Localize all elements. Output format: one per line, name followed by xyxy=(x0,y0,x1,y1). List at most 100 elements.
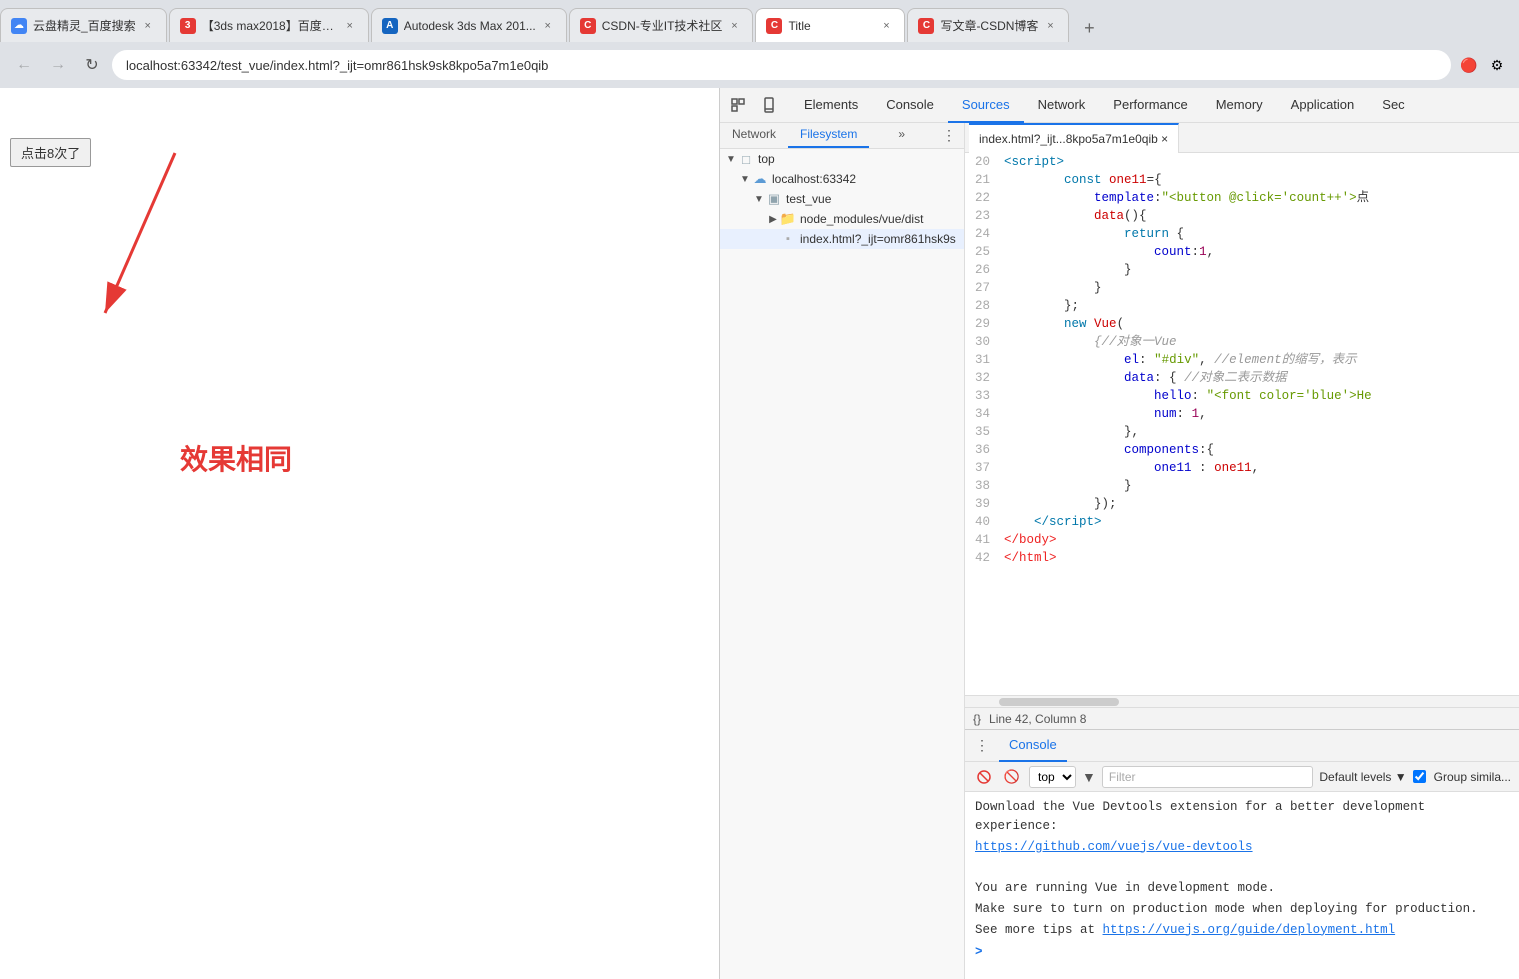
webpage-area: 点击8次了 效果相同 xyxy=(0,88,719,979)
devtools-tab-console[interactable]: Console xyxy=(872,88,948,123)
address-input[interactable] xyxy=(112,50,1451,80)
code-format-icon[interactable]: {} xyxy=(973,712,981,726)
console-context-select[interactable]: top xyxy=(1029,766,1076,788)
tree-item-index-html[interactable]: ▶ ▪ index.html?_ijt=omr861hsk9s xyxy=(720,229,964,249)
console-link-1[interactable]: https://github.com/vuejs/vue-devtools xyxy=(975,838,1509,857)
code-panel: index.html?_ijt...8kpo5a7m1e0qib × 20 <s… xyxy=(965,123,1519,979)
code-line-40: 40 </script> xyxy=(965,513,1519,531)
console-blank-1 xyxy=(975,858,1509,877)
console-group-similar-checkbox[interactable] xyxy=(1413,770,1426,783)
tab-2-favicon: 3 xyxy=(180,18,196,34)
tab-3-title: Autodesk 3ds Max 201... xyxy=(404,19,536,33)
tree-item-node-modules[interactable]: ▶ 📁 node_modules/vue/dist xyxy=(720,209,964,229)
click-counter-button[interactable]: 点击8次了 xyxy=(10,138,91,167)
code-tab-title: index.html?_ijt...8kpo5a7m1e0qib × xyxy=(979,132,1168,146)
tab-3[interactable]: A Autodesk 3ds Max 201... × xyxy=(371,8,567,42)
tab-3-close[interactable]: × xyxy=(540,18,556,34)
tab-5[interactable]: C Title × xyxy=(755,8,905,42)
devtools-inspect-icon[interactable] xyxy=(726,93,750,117)
tree-folder-top-icon: □ xyxy=(738,151,754,167)
tree-label-top: top xyxy=(758,152,775,166)
console-message-2: You are running Vue in development mode. xyxy=(975,879,1509,898)
code-line-32: 32 data: { //对象二表示数据 xyxy=(965,369,1519,387)
code-area[interactable]: 20 <script> 21 const one11={ 22 template… xyxy=(965,153,1519,695)
back-button[interactable]: ← xyxy=(10,51,38,79)
tab-4-close[interactable]: × xyxy=(726,18,742,34)
tree-item-top[interactable]: ▼ □ top xyxy=(720,149,964,169)
tab-5-favicon: C xyxy=(766,18,782,34)
new-tab-button[interactable]: + xyxy=(1075,14,1103,42)
effect-text: 效果相同 xyxy=(180,438,292,478)
devtools-tab-application[interactable]: Application xyxy=(1277,88,1369,123)
devtools-tab-sources[interactable]: Sources xyxy=(948,88,1024,123)
console-tab[interactable]: Console xyxy=(999,730,1067,762)
code-line-39: 39 }); xyxy=(965,495,1519,513)
devtools-tab-performance[interactable]: Performance xyxy=(1099,88,1201,123)
tree-label-node-modules: node_modules/vue/dist xyxy=(800,212,923,226)
tab-6[interactable]: C 写文章-CSDN博客 × xyxy=(907,8,1069,42)
extension-icon-2[interactable]: ⚙ xyxy=(1485,53,1509,77)
tab-5-title: Title xyxy=(788,19,874,33)
code-line-26: 26 } xyxy=(965,261,1519,279)
tab-2-close[interactable]: × xyxy=(342,18,358,34)
code-scrollbar-area[interactable] xyxy=(965,695,1519,707)
tree-label-localhost: localhost:63342 xyxy=(772,172,856,186)
code-line-31: 31 el: "#div", //element的缩写，表示 xyxy=(965,351,1519,369)
code-line-22: 22 template:"<button @click='count++'>点 xyxy=(965,189,1519,207)
forward-button[interactable]: → xyxy=(44,51,72,79)
console-options-icon[interactable]: ⋮ xyxy=(971,735,993,757)
console-link-vuejs-guide[interactable]: https://vuejs.org/guide/deployment.html xyxy=(1103,923,1396,937)
code-line-33: 33 hello: "<font color='blue'>He xyxy=(965,387,1519,405)
file-tree-more-icon[interactable]: » xyxy=(890,123,913,148)
code-line-20: 20 <script> xyxy=(965,153,1519,171)
code-tab-index-html[interactable]: index.html?_ijt...8kpo5a7m1e0qib × xyxy=(969,123,1179,153)
tab-1-favicon: ☁ xyxy=(11,18,27,34)
devtools-tab-network[interactable]: Network xyxy=(1024,88,1100,123)
tab-5-close[interactable]: × xyxy=(878,18,894,34)
tree-cloud-icon: ☁ xyxy=(752,171,768,187)
tab-6-close[interactable]: × xyxy=(1042,18,1058,34)
code-scrollbar-thumb[interactable] xyxy=(999,698,1119,706)
file-tree-options-icon[interactable]: ⋮ xyxy=(934,123,964,148)
console-clear-icon[interactable] xyxy=(973,766,995,788)
tree-arrow-node-modules: ▶ xyxy=(766,214,780,225)
console-content[interactable]: Download the Vue Devtools extension for … xyxy=(965,792,1519,979)
tab-1[interactable]: ☁ 云盘精灵_百度搜索 × xyxy=(0,8,167,42)
file-tree-tab-filesystem[interactable]: Filesystem xyxy=(788,123,869,148)
console-filter-icon[interactable]: 🚫 xyxy=(1001,766,1023,788)
console-message-4: See more tips at https://vuejs.org/guide… xyxy=(975,921,1509,940)
devtools-tab-memory[interactable]: Memory xyxy=(1202,88,1277,123)
extension-icon-1[interactable]: 🔴 xyxy=(1457,53,1481,77)
console-tab-bar: ⋮ Console xyxy=(965,730,1519,762)
code-line-23: 23 data(){ xyxy=(965,207,1519,225)
tab-1-close[interactable]: × xyxy=(140,18,156,34)
tab-4-favicon: C xyxy=(580,18,596,34)
tree-item-test-vue[interactable]: ▼ ▣ test_vue xyxy=(720,189,964,209)
console-toolbar: 🚫 top ▼ Default levels ▼ Group simila... xyxy=(965,762,1519,792)
devtools-tabs: Elements Console Sources Network Perform… xyxy=(790,88,1513,123)
code-line-24: 24 return { xyxy=(965,225,1519,243)
console-filter-input[interactable] xyxy=(1102,766,1314,788)
code-line-34: 34 num: 1, xyxy=(965,405,1519,423)
tab-4[interactable]: C CSDN-专业IT技术社区 × xyxy=(569,8,754,42)
tree-file-icon: ▪ xyxy=(780,231,796,247)
main-area: 点击8次了 效果相同 xyxy=(0,88,1519,979)
tab-2[interactable]: 3 【3ds max2018】百度z... × xyxy=(169,8,369,42)
console-default-levels[interactable]: Default levels ▼ xyxy=(1319,770,1406,784)
code-line-21: 21 const one11={ xyxy=(965,171,1519,189)
code-line-30: 30 {//对象一Vue xyxy=(965,333,1519,351)
code-line-29: 29 new Vue( xyxy=(965,315,1519,333)
devtools-mobile-icon[interactable] xyxy=(756,93,780,117)
console-panel: ⋮ Console 🚫 top ▼ Defaul xyxy=(965,729,1519,979)
devtools-tab-elements[interactable]: Elements xyxy=(790,88,872,123)
console-link-vuejs-devtools[interactable]: https://github.com/vuejs/vue-devtools xyxy=(975,840,1253,854)
devtools-tab-sec[interactable]: Sec xyxy=(1368,88,1418,123)
tree-arrow-top: ▼ xyxy=(724,154,738,165)
file-tree-tab-network[interactable]: Network xyxy=(720,123,788,148)
console-prompt[interactable]: > xyxy=(975,945,1509,959)
reload-button[interactable]: ↻ xyxy=(78,51,106,79)
code-line-37: 37 one11 : one11, xyxy=(965,459,1519,477)
tab-bar: ☁ 云盘精灵_百度搜索 × 3 【3ds max2018】百度z... × A … xyxy=(0,0,1519,42)
code-line-25: 25 count:1, xyxy=(965,243,1519,261)
tree-item-localhost[interactable]: ▼ ☁ localhost:63342 xyxy=(720,169,964,189)
